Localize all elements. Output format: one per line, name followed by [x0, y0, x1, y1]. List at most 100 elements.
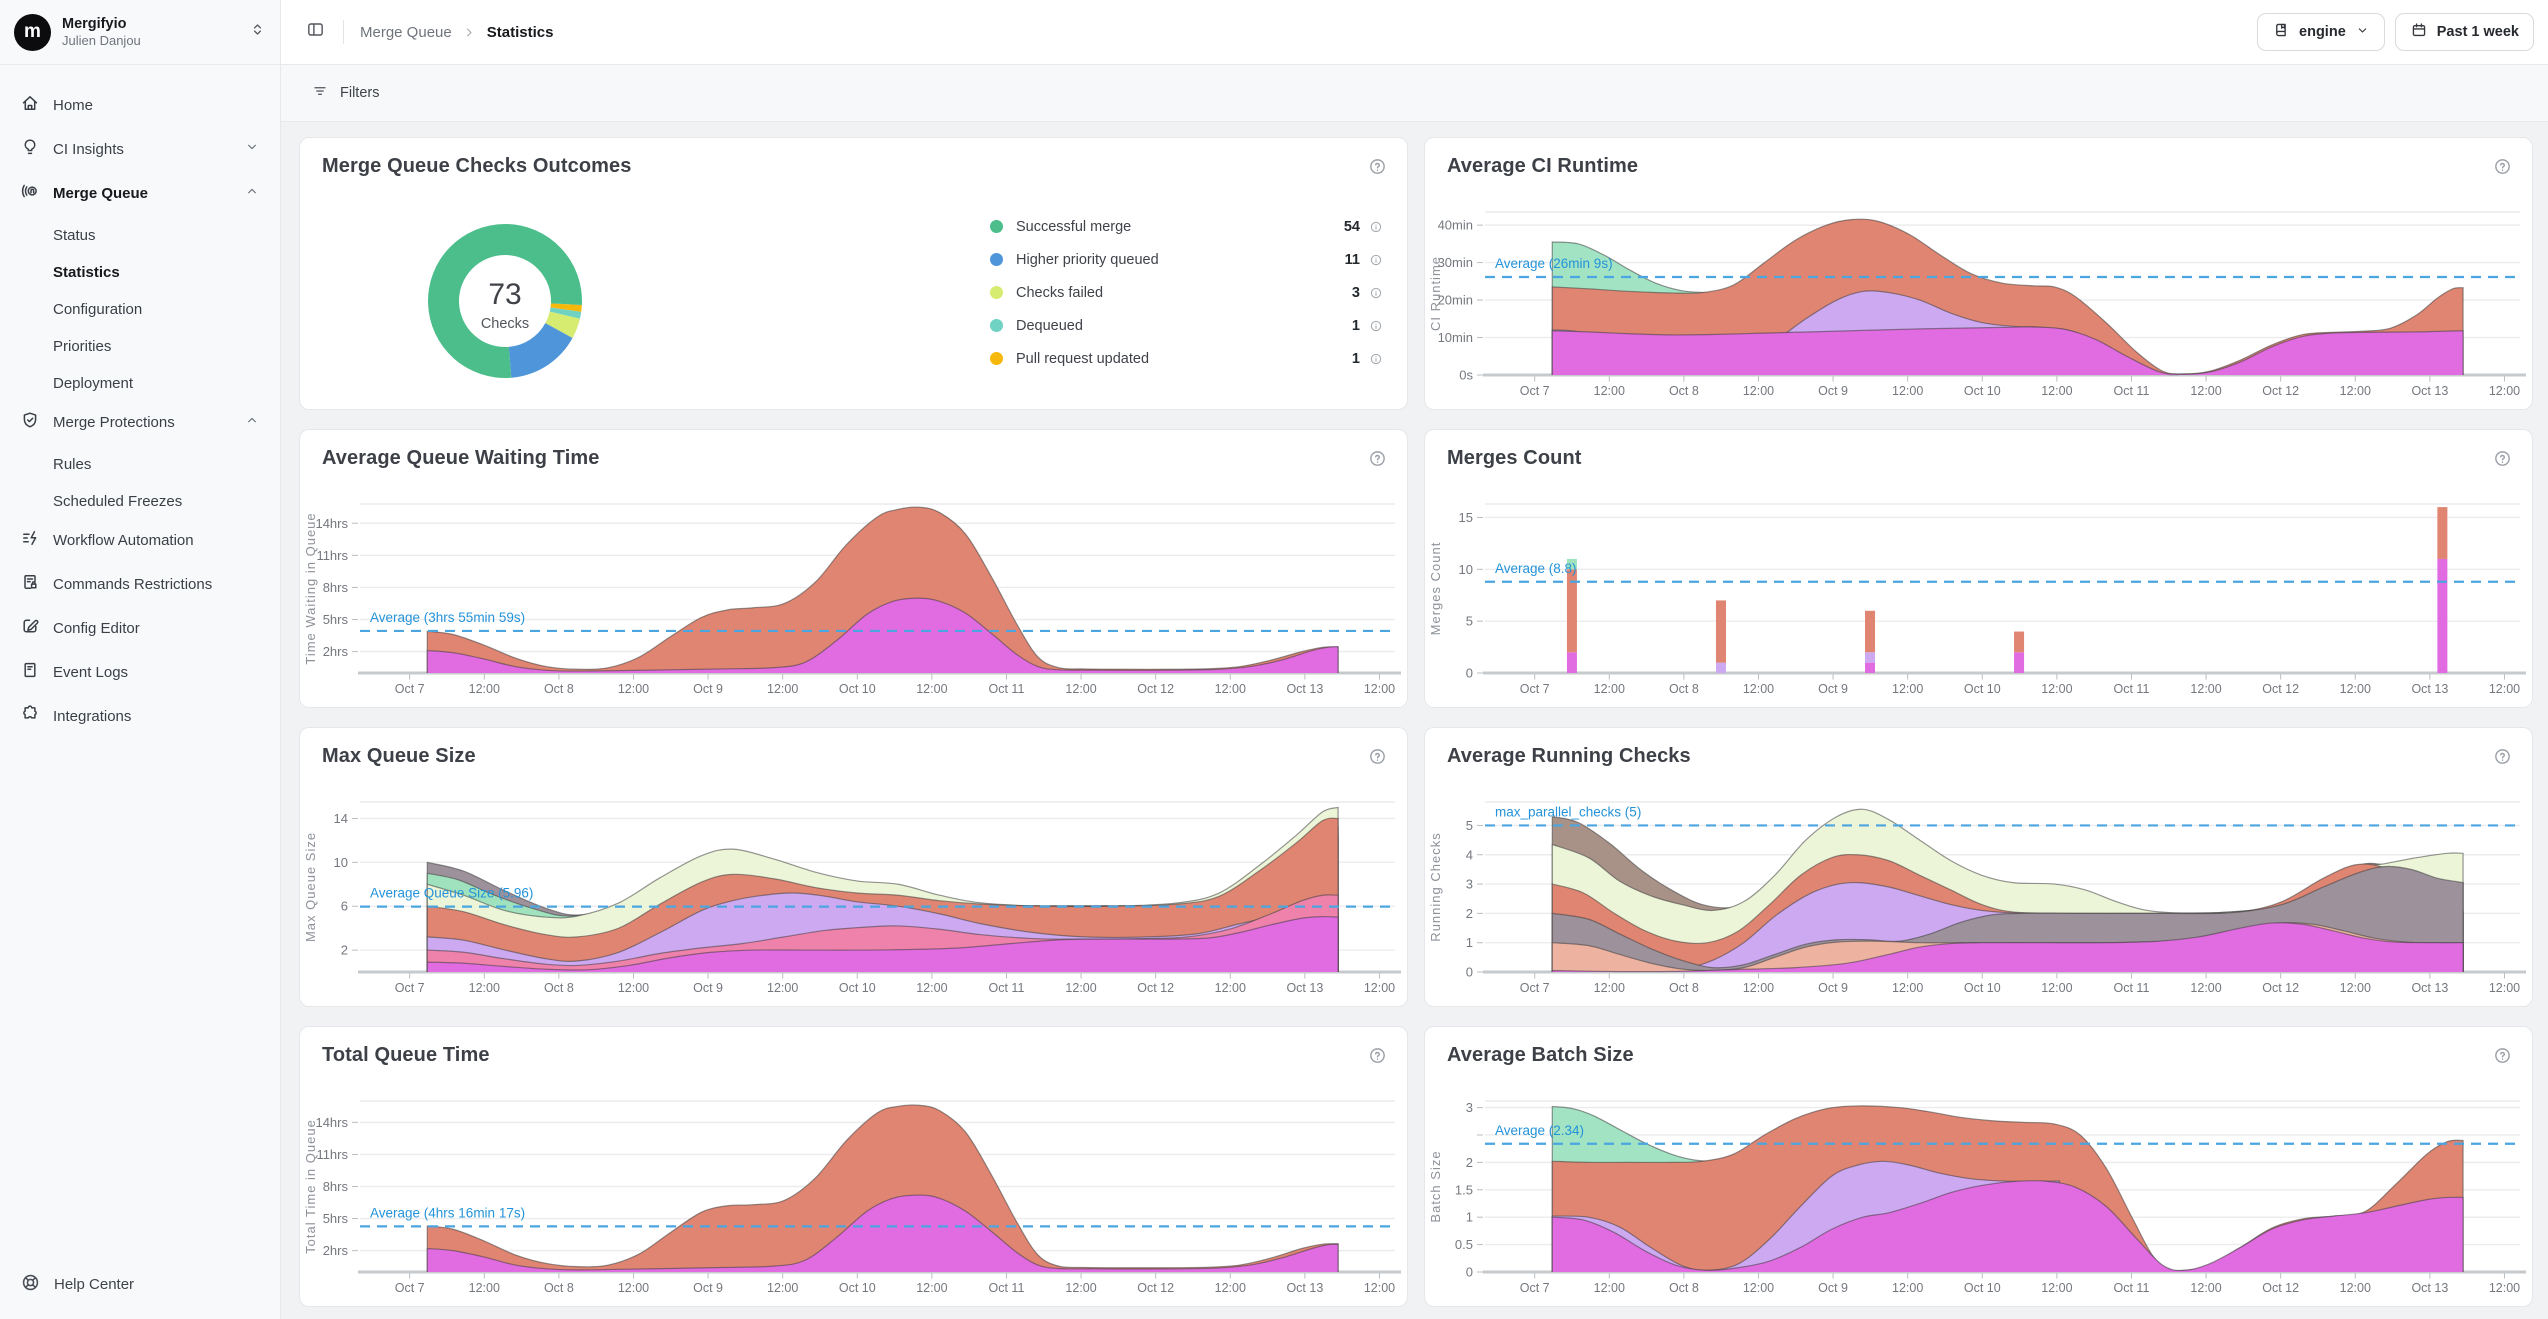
repository-select[interactable]: engine: [2257, 13, 2385, 51]
workspace-switcher[interactable]: m Mergifyio Julien Danjou: [0, 0, 280, 65]
svg-text:Time Waiting in Queue: Time Waiting in Queue: [303, 512, 318, 664]
merges-count-chart[interactable]: 051015Oct 712:00Oct 812:00Oct 912:00Oct …: [1425, 474, 2530, 708]
help-icon[interactable]: [2493, 449, 2512, 473]
ci-runtime-chart[interactable]: 0s10min20min30min40minOct 712:00Oct 812:…: [1425, 182, 2530, 410]
info-icon[interactable]: [1369, 319, 1383, 333]
card-title: Average Running Checks: [1447, 745, 1691, 768]
help-icon[interactable]: [1368, 1046, 1387, 1070]
svg-text:12:00: 12:00: [1364, 1281, 1395, 1295]
config-editor-icon: [20, 616, 40, 640]
card-title: Average Queue Waiting Time: [322, 447, 599, 470]
sidebar-item-event-logs[interactable]: Event Logs: [12, 652, 268, 692]
outcomes-legend: Successful merge54Higher priority queued…: [990, 210, 1383, 375]
help-icon[interactable]: [2493, 1046, 2512, 1070]
info-icon[interactable]: [1369, 286, 1383, 300]
svg-text:Oct 7: Oct 7: [1520, 1281, 1550, 1295]
sidebar-item-integrations[interactable]: Integrations: [12, 696, 268, 736]
sidebar-item-commands-restrictions[interactable]: Commands Restrictions: [12, 564, 268, 604]
workflow-icon: [20, 528, 40, 552]
sidebar-item-status[interactable]: Status: [12, 217, 268, 254]
card-title: Average Batch Size: [1447, 1044, 1634, 1067]
max-queue-size-chart[interactable]: 261014Oct 712:00Oct 812:00Oct 912:00Oct …: [300, 772, 1405, 1007]
app-root: m Mergifyio Julien Danjou HomeCI Insight…: [0, 0, 2548, 1319]
sidebar-item-help-center[interactable]: Help Center: [0, 1254, 280, 1319]
card-merge-queue-checks-outcomes: Merge Queue Checks Outcomes 73Checks Suc…: [299, 137, 1408, 410]
svg-text:Oct 7: Oct 7: [395, 981, 425, 995]
svg-text:Oct 13: Oct 13: [2411, 384, 2448, 398]
sidebar-item-statistics[interactable]: Statistics: [12, 254, 268, 291]
svg-text:73: 73: [488, 278, 521, 311]
dashboard-content: Merge Queue Checks Outcomes 73Checks Suc…: [281, 122, 2548, 1319]
legend-item-checks-failed[interactable]: Checks failed3: [990, 276, 1383, 309]
sidebar-item-rules[interactable]: Rules: [12, 446, 268, 483]
svg-text:12:00: 12:00: [1364, 682, 1395, 696]
svg-text:Oct 9: Oct 9: [1818, 682, 1848, 696]
svg-text:Oct 9: Oct 9: [1818, 981, 1848, 995]
help-icon[interactable]: [1368, 449, 1387, 473]
card-title: Max Queue Size: [322, 745, 476, 768]
running-checks-chart[interactable]: 012345Oct 712:00Oct 812:00Oct 912:00Oct …: [1425, 772, 2530, 1007]
sidebar-item-merge-queue[interactable]: Merge Queue: [12, 173, 268, 213]
legend-item-successful-merge[interactable]: Successful merge54: [990, 210, 1383, 243]
svg-text:12:00: 12:00: [1594, 1281, 1625, 1295]
queue-waiting-time-chart[interactable]: 2hrs5hrs8hrs11hrs14hrsOct 712:00Oct 812:…: [300, 474, 1405, 708]
legend-item-higher-priority-queued[interactable]: Higher priority queued11: [990, 243, 1383, 276]
svg-text:5: 5: [1466, 614, 1473, 629]
card-title: Total Queue Time: [322, 1044, 490, 1067]
help-icon[interactable]: [1368, 747, 1387, 771]
svg-text:Oct 9: Oct 9: [1818, 1281, 1848, 1295]
card-title: Merges Count: [1447, 447, 1582, 470]
card-total-queue-time: Total Queue Time 2hrs5hrs8hrs11hrs14hrsO…: [299, 1026, 1408, 1307]
sidebar-item-configuration[interactable]: Configuration: [12, 291, 268, 328]
sidebar-item-deployment[interactable]: Deployment: [12, 365, 268, 402]
sidebar-item-priorities[interactable]: Priorities: [12, 328, 268, 365]
svg-text:6: 6: [341, 899, 348, 914]
legend-label: Dequeued: [1016, 318, 1324, 334]
svg-text:12:00: 12:00: [1594, 682, 1625, 696]
sidebar-nav: HomeCI InsightsMerge Queue StatusStatisti…: [0, 65, 280, 1254]
sidebar-toggle-button[interactable]: [300, 14, 331, 50]
svg-text:2: 2: [1466, 1155, 1473, 1170]
total-queue-time-chart[interactable]: 2hrs5hrs8hrs11hrs14hrsOct 712:00Oct 812:…: [300, 1071, 1405, 1307]
sidebar-item-config-editor[interactable]: Config Editor: [12, 608, 268, 648]
svg-text:Checks: Checks: [481, 316, 529, 332]
svg-text:Average (4hrs 16min 17s): Average (4hrs 16min 17s): [370, 1205, 525, 1220]
breadcrumb-parent[interactable]: Merge Queue: [360, 24, 452, 41]
svg-text:12:00: 12:00: [1065, 981, 1096, 995]
svg-text:12:00: 12:00: [767, 981, 798, 995]
sidebar-item-scheduled-freezes[interactable]: Scheduled Freezes: [12, 483, 268, 520]
info-icon[interactable]: [1369, 352, 1383, 366]
legend-item-dequeued[interactable]: Dequeued1: [990, 309, 1383, 342]
info-icon[interactable]: [1369, 253, 1383, 267]
svg-text:12:00: 12:00: [2489, 981, 2520, 995]
help-icon[interactable]: [2493, 157, 2512, 181]
svg-text:0s: 0s: [1459, 368, 1473, 383]
help-icon[interactable]: [2493, 747, 2512, 771]
legend-count: 11: [1324, 252, 1360, 268]
batch-size-chart[interactable]: 00.511.523Oct 712:00Oct 812:00Oct 912:00…: [1425, 1071, 2530, 1307]
date-range-button[interactable]: Past 1 week: [2395, 13, 2534, 51]
outcomes-donut-chart[interactable]: 73 Checks: [420, 216, 590, 386]
svg-text:max_parallel_checks (5): max_parallel_checks (5): [1495, 804, 1641, 819]
legend-item-pull-request-updated[interactable]: Pull request updated1: [990, 342, 1383, 375]
sidebar-item-merge-protections[interactable]: Merge Protections: [12, 402, 268, 442]
svg-text:Oct 12: Oct 12: [1137, 682, 1174, 696]
chevron-right-icon: [462, 25, 477, 40]
card-average-batch-size: Average Batch Size 00.511.523Oct 712:00O…: [1424, 1026, 2533, 1307]
svg-text:Oct 11: Oct 11: [989, 981, 1025, 995]
legend-count: 1: [1324, 318, 1360, 334]
filter-icon: [311, 82, 329, 104]
help-icon[interactable]: [1368, 157, 1387, 181]
filters-button[interactable]: Filters: [301, 74, 389, 112]
sidebar-item-home[interactable]: Home: [12, 85, 268, 125]
sidebar-item-ci-insights[interactable]: CI Insights: [12, 129, 268, 169]
svg-text:2: 2: [341, 943, 348, 958]
svg-text:Merges Count: Merges Count: [1428, 542, 1443, 636]
svg-text:Oct 12: Oct 12: [2262, 981, 2299, 995]
svg-text:12:00: 12:00: [2041, 981, 2072, 995]
info-icon[interactable]: [1369, 220, 1383, 234]
svg-text:0: 0: [1466, 1265, 1473, 1280]
card-average-running-checks: Average Running Checks 012345Oct 712:00O…: [1424, 727, 2533, 1007]
sidebar-item-workflow-automation[interactable]: Workflow Automation: [12, 520, 268, 560]
event-logs-icon: [20, 660, 40, 684]
